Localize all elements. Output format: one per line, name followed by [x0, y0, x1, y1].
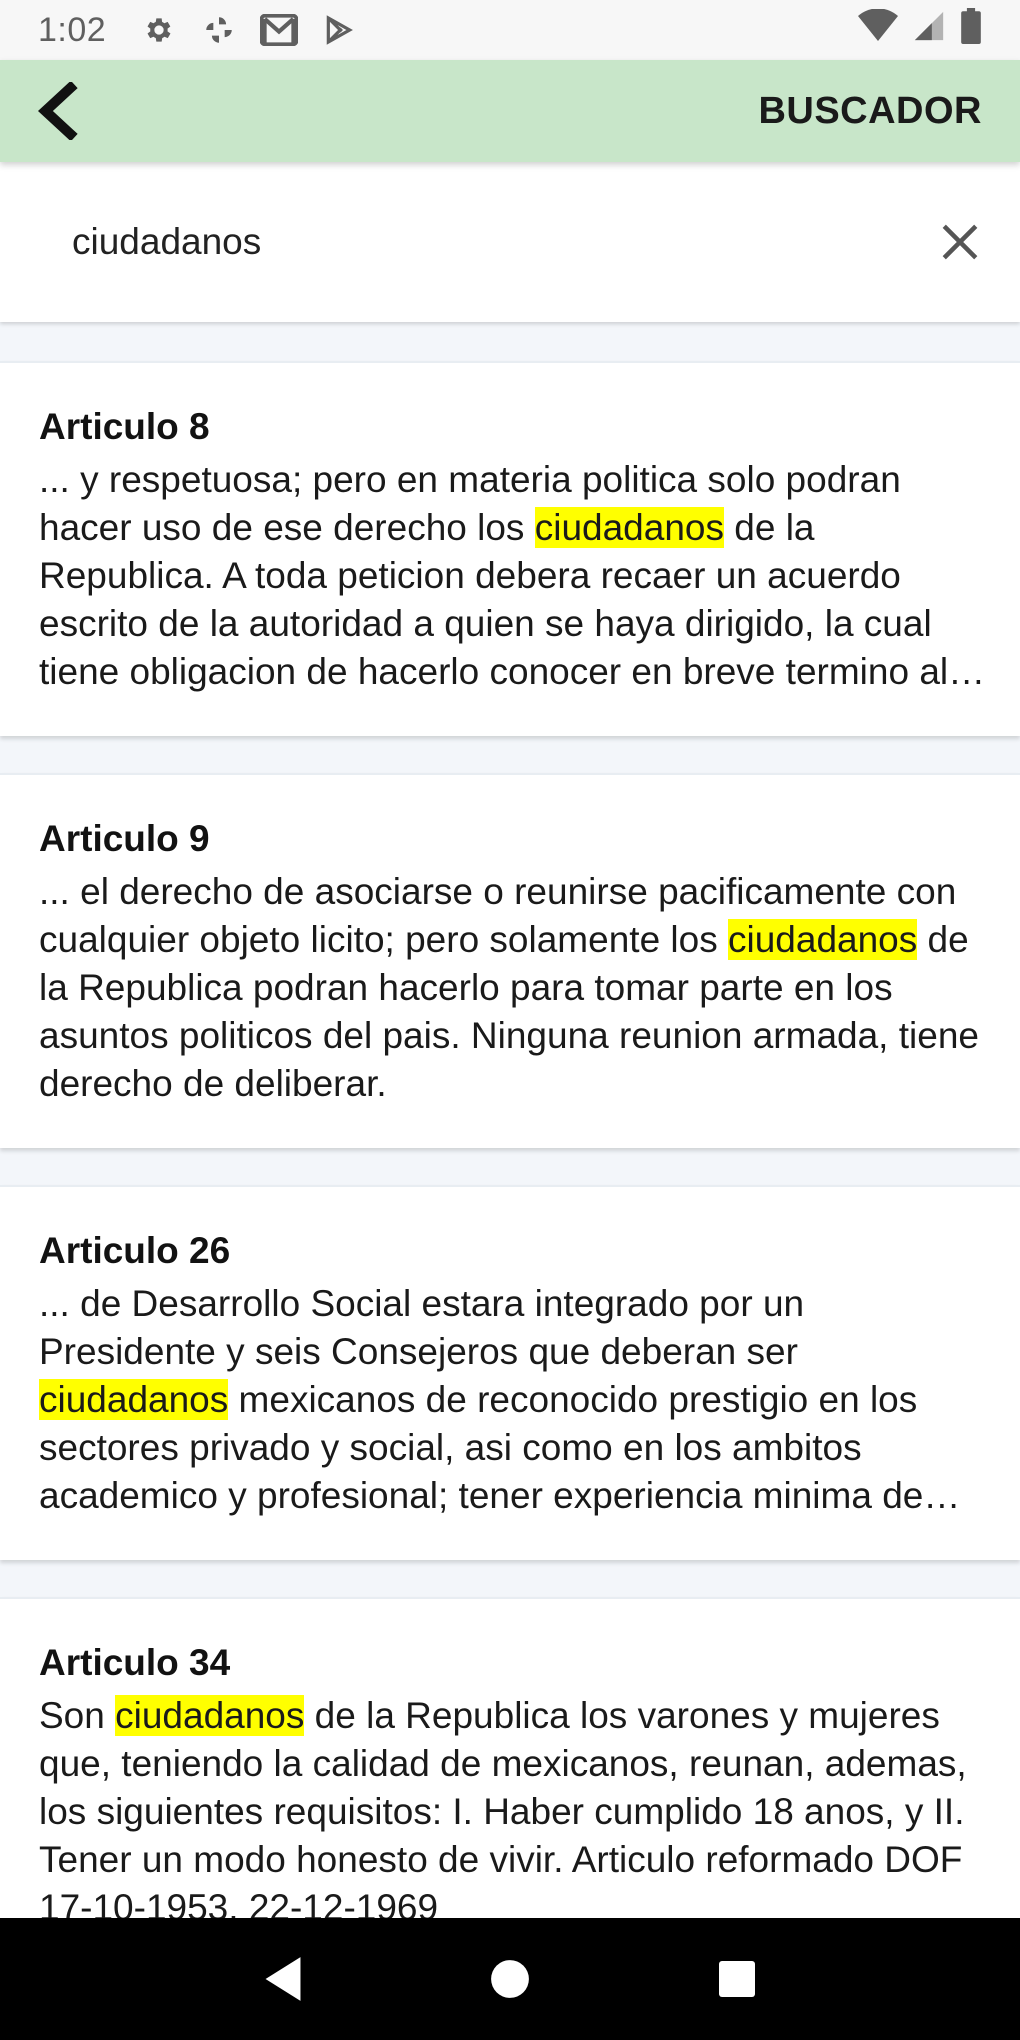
battery-icon — [960, 7, 982, 53]
result-snippet: ... el derecho de asociarse o reunirse p… — [39, 871, 979, 1104]
search-bar — [0, 162, 1020, 322]
status-icons-left — [140, 11, 358, 49]
chevron-left-icon — [37, 82, 78, 140]
search-match-highlight: ciudadanos — [534, 507, 724, 548]
result-title: Articulo 8 — [39, 406, 210, 447]
result-item[interactable]: Articulo 34 Son ciudadanos de la Republi… — [0, 1597, 1020, 1918]
status-bar: 1:02 — [0, 0, 1020, 60]
gear-icon — [140, 11, 178, 49]
screen: 1:02 BUSCADOR ciudadanos Articulo 8 ... … — [0, 0, 1020, 2040]
page-title: BUSCADOR — [758, 89, 982, 132]
result-title: Articulo 34 — [39, 1642, 231, 1683]
back-triangle-icon — [265, 1957, 301, 2001]
play-store-icon — [320, 11, 358, 49]
search-match-highlight: ciudadanos — [39, 1379, 229, 1420]
nav-back-button[interactable] — [243, 1939, 323, 2019]
status-icons-right — [858, 7, 982, 53]
result-title: Articulo 26 — [39, 1230, 231, 1271]
nav-home-button[interactable] — [470, 1939, 550, 2019]
gmail-icon — [260, 11, 299, 49]
result-title: Articulo 9 — [39, 818, 210, 859]
result-snippet: Son ciudadanos de la Republica los varon… — [39, 1695, 967, 1918]
recents-square-icon — [718, 1961, 755, 1997]
wifi-icon — [858, 7, 898, 52]
cell-signal-icon — [912, 9, 946, 52]
search-match-highlight: ciudadanos — [115, 1695, 305, 1736]
back-button[interactable] — [0, 60, 114, 162]
results-list: Articulo 8 ... y respetuosa; pero en mat… — [0, 322, 1020, 1918]
search-input[interactable] — [72, 202, 872, 282]
pinwheel-icon — [200, 11, 238, 49]
result-snippet: ... y respetuosa; pero en materia politi… — [39, 459, 949, 692]
search-match-highlight: ciudadanos — [728, 919, 918, 960]
result-item[interactable]: Articulo 26 ... de Desarrollo Social est… — [0, 1185, 1020, 1560]
result-item[interactable]: Articulo 8 ... y respetuosa; pero en mat… — [0, 361, 1020, 736]
result-snippet: ... de Desarrollo Social estara integrad… — [39, 1283, 924, 1516]
status-time: 1:02 — [38, 10, 107, 49]
result-item[interactable]: Articulo 9 ... el derecho de asociarse o… — [0, 773, 1020, 1148]
clear-search-button[interactable] — [920, 202, 1000, 282]
close-icon — [942, 224, 978, 260]
nav-recents-button[interactable] — [697, 1939, 777, 2019]
home-circle-icon — [491, 1960, 529, 1998]
app-bar: BUSCADOR — [0, 60, 1020, 162]
system-nav-bar — [0, 1918, 1020, 2040]
